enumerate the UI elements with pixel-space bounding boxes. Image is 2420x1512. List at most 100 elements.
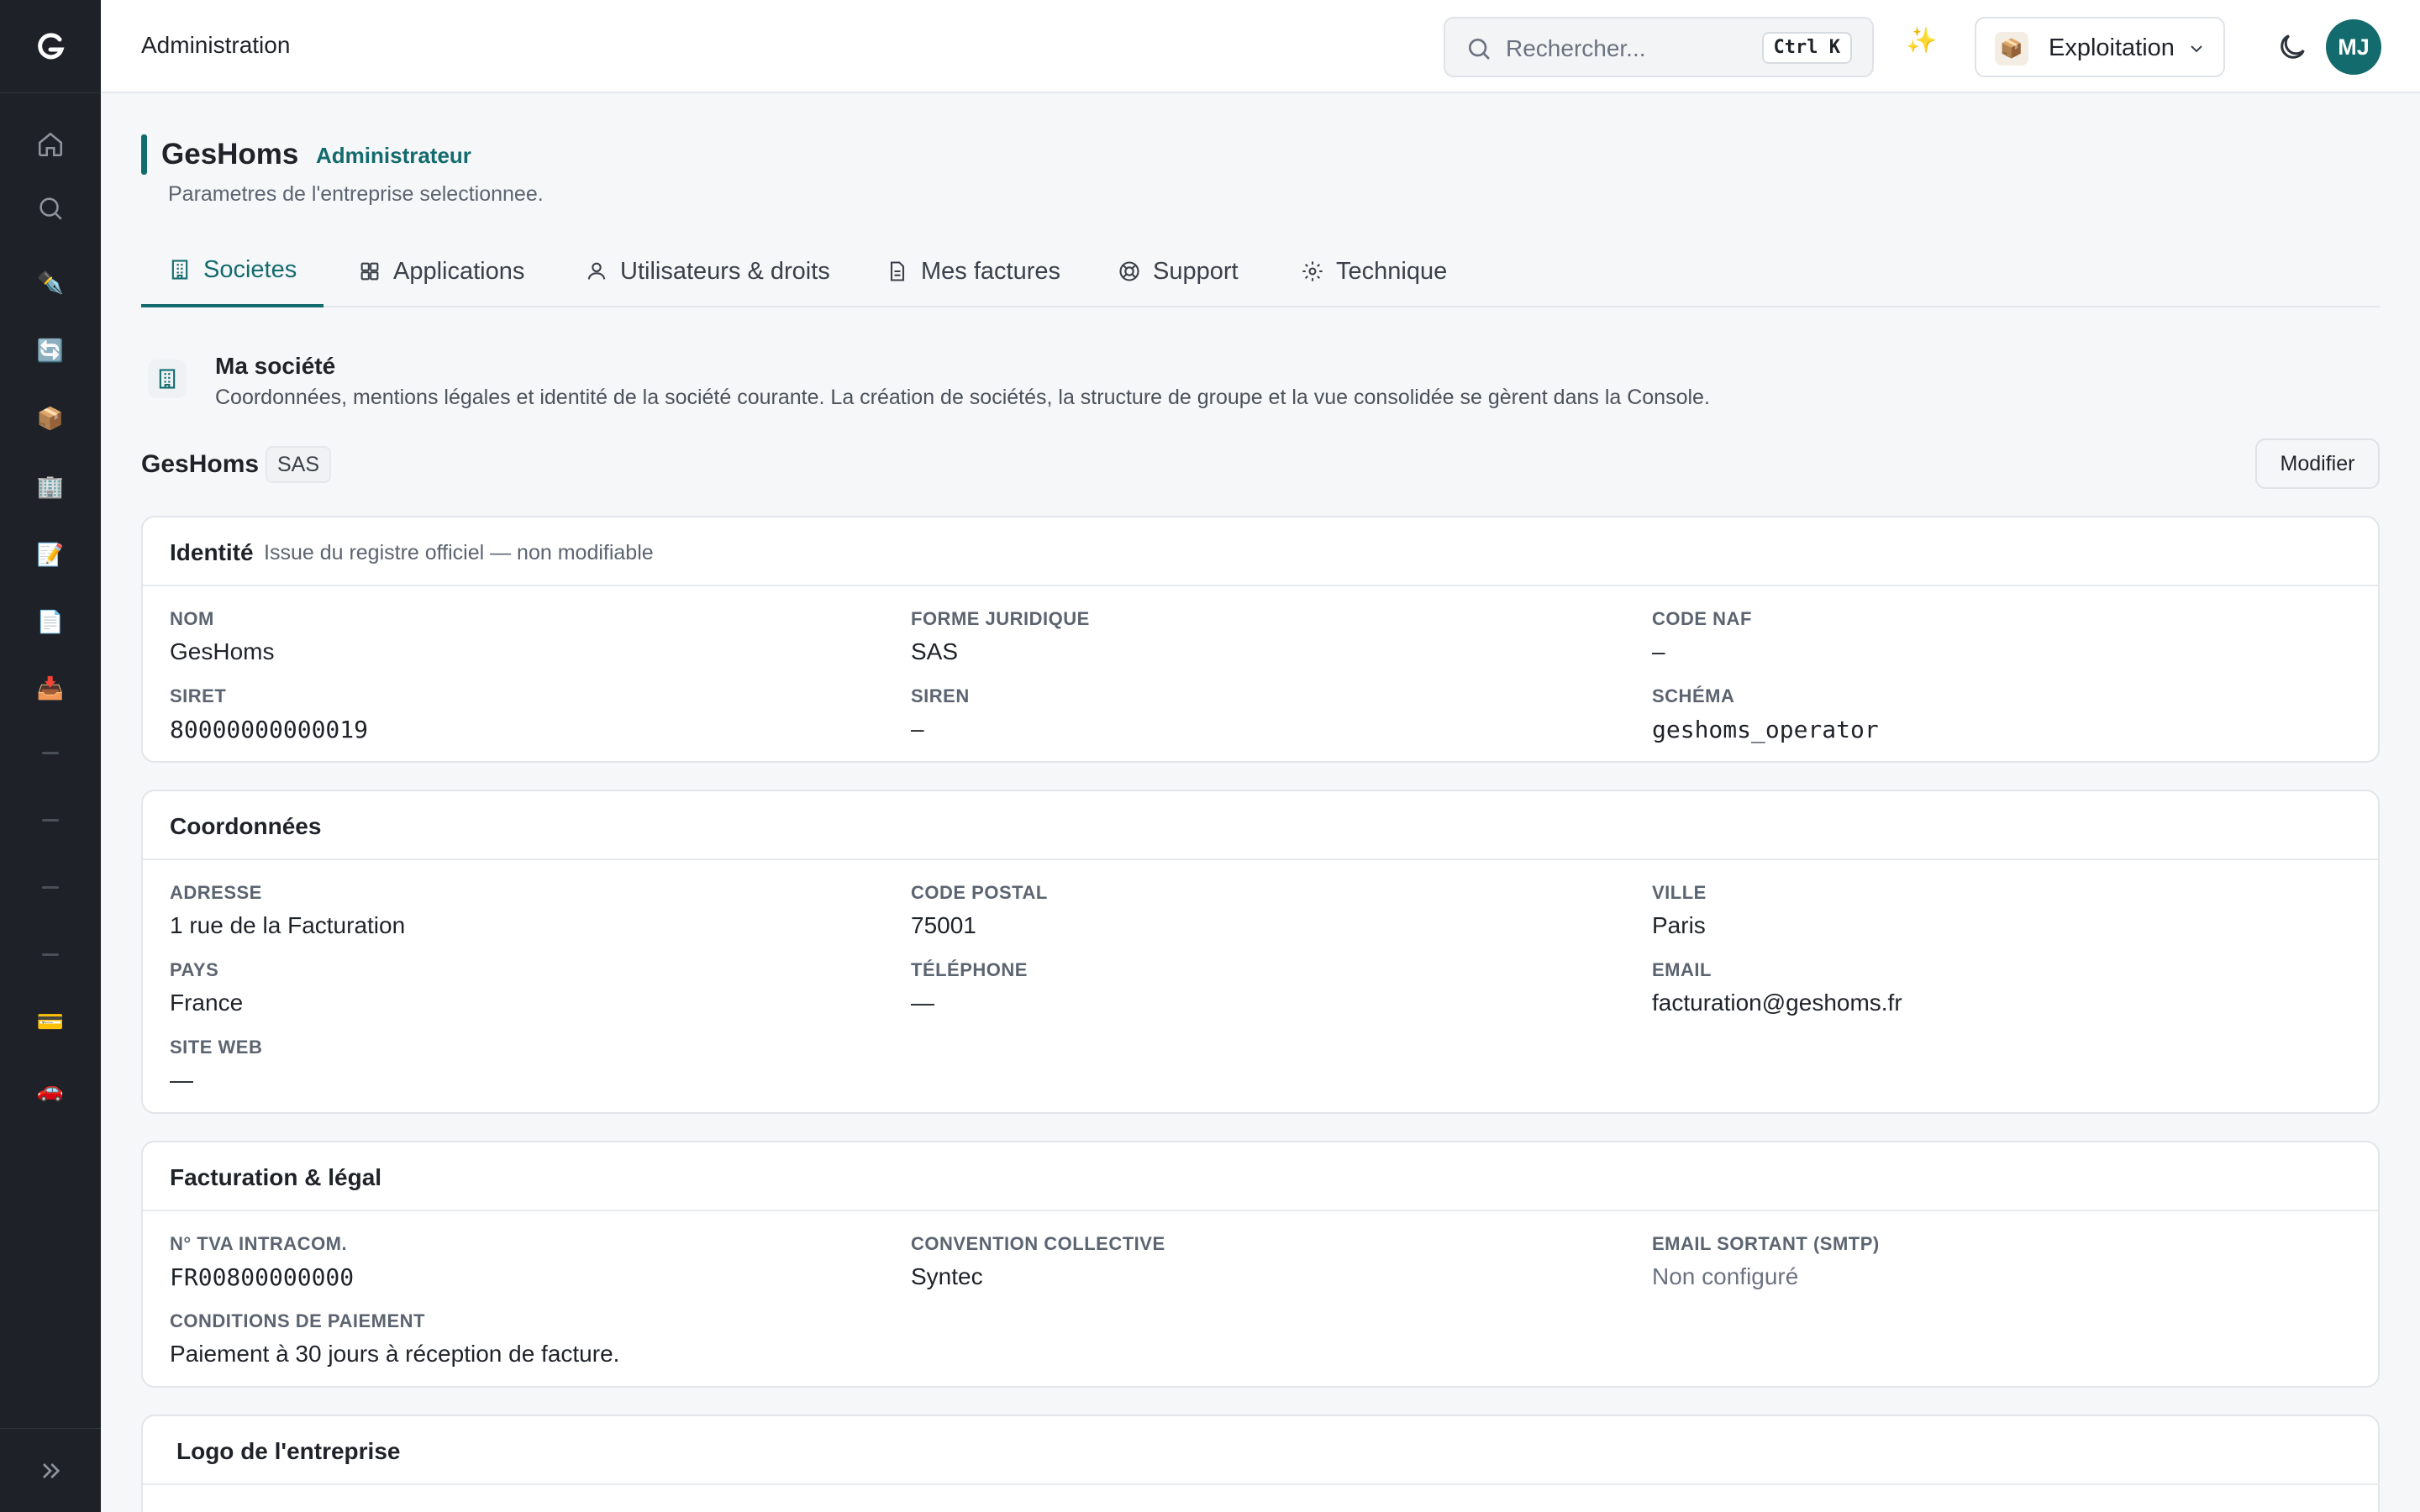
field-label: Ville xyxy=(1652,882,1707,903)
identity-card: Identité Issue du registre officiel — no… xyxy=(141,516,2380,763)
sidebar-item-inbox[interactable]: 📥 xyxy=(0,661,101,715)
sidebar-item-payments[interactable]: 💳 xyxy=(0,995,101,1048)
field-label: Site web xyxy=(170,1037,263,1058)
chevron-down-icon xyxy=(2191,45,2202,53)
field-ville: Ville Paris xyxy=(1652,882,1707,939)
tab-applications[interactable]: Applications xyxy=(358,235,524,307)
field-label: Conditions de paiement xyxy=(170,1310,425,1331)
sidebar-item-placeholder-3[interactable] xyxy=(0,860,101,914)
field-label: Email xyxy=(1652,959,1712,980)
field-forme-juridique: Forme juridique SAS xyxy=(911,608,1090,665)
tab-support[interactable]: Support xyxy=(1118,235,1239,307)
app-logo[interactable] xyxy=(0,0,101,93)
memo-icon: 📝 xyxy=(36,542,65,567)
field-label: Nom xyxy=(170,608,214,629)
dash-icon xyxy=(42,953,59,956)
field-value: Syntec xyxy=(911,1263,983,1289)
user-avatar[interactable]: MJ xyxy=(2326,19,2381,75)
tab-label: Technique xyxy=(1336,257,1448,285)
search-icon xyxy=(1469,39,1490,60)
dash-icon xyxy=(42,885,59,889)
ai-assistant-button[interactable]: ✨ xyxy=(1906,29,1937,54)
users-icon xyxy=(587,262,606,280)
search-placeholder: Rechercher... xyxy=(1506,35,1646,61)
field-value: Paris xyxy=(1652,912,1706,938)
field-site-web: Site web — xyxy=(170,1037,262,1094)
sidebar-item-placeholder-1[interactable] xyxy=(0,726,101,780)
field-email: Email facturation@geshoms.fr xyxy=(1652,959,1902,1016)
theme-toggle-icon[interactable] xyxy=(2275,30,2309,64)
field-smtp: Email sortant (SMTP) Non configuré xyxy=(1652,1233,1880,1290)
dash-icon xyxy=(42,751,59,754)
field-conditions-paiement: Conditions de paiement Paiement à 30 jou… xyxy=(170,1310,619,1368)
title-accent-bar xyxy=(141,134,147,175)
car-icon: 🚗 xyxy=(36,1077,65,1102)
logo-icon xyxy=(38,33,65,60)
sidebar-item-fleet[interactable]: 🚗 xyxy=(0,1063,101,1116)
section-title: Ma société xyxy=(215,353,336,379)
chevrons-right-icon xyxy=(43,1462,60,1478)
sidebar-item-returns[interactable]: 🔄 xyxy=(0,323,101,377)
sidebar-item-notes[interactable]: 📝 xyxy=(0,528,101,581)
sidebar-expand-button[interactable] xyxy=(0,1428,101,1512)
tab-invoices[interactable]: Mes factures xyxy=(886,235,1060,307)
contact-card: Coordonnées Adresse 1 rue de la Facturat… xyxy=(141,790,2380,1114)
grid-icon xyxy=(360,262,379,281)
search-shortcut: Ctrl K xyxy=(1761,32,1852,64)
dash-icon xyxy=(42,818,59,822)
sidebar-item-placeholder-2[interactable] xyxy=(0,793,101,847)
field-value: — xyxy=(911,990,934,1016)
company-info-icon xyxy=(148,360,187,398)
card-header: Identité Issue du registre officiel — no… xyxy=(143,517,2378,586)
field-value: – xyxy=(1652,638,1665,664)
field-code-naf: Code NAF – xyxy=(1652,608,1752,665)
workspace-select[interactable]: 📦 Exploitation xyxy=(1975,17,2225,77)
field-value: France xyxy=(170,990,244,1016)
tab-technique[interactable]: Technique xyxy=(1301,235,1447,307)
field-convention: Convention collective Syntec xyxy=(911,1233,1165,1290)
workspace-label: Exploitation xyxy=(2049,34,2175,61)
sparkle-icon: ✨ xyxy=(1906,27,1938,55)
card-title: Identité xyxy=(170,539,254,565)
field-value: FR00800000000 xyxy=(170,1263,355,1291)
field-telephone: Téléphone — xyxy=(911,959,1028,1016)
search-input[interactable]: Rechercher... Ctrl K xyxy=(1444,17,1874,77)
sidebar-item-stock[interactable]: 📦 xyxy=(0,391,101,445)
tab-label: Societes xyxy=(203,255,297,283)
sidebar-item-home[interactable] xyxy=(0,118,101,171)
field-adresse: Adresse 1 rue de la Facturation xyxy=(170,882,405,939)
document-icon: 📄 xyxy=(36,609,65,634)
field-value: 80000000000019 xyxy=(170,716,369,743)
sidebar-item-placeholder-4[interactable] xyxy=(0,927,101,981)
billing-card: Facturation & légal N° TVA intracom. FR0… xyxy=(141,1141,2380,1388)
field-value: geshoms_operator xyxy=(1652,716,1879,743)
lifebuoy-icon xyxy=(1119,261,1139,281)
tab-users-rights[interactable]: Utilisateurs & droits xyxy=(585,235,830,307)
sidebar-item-search[interactable] xyxy=(0,181,101,235)
header-title: Administration xyxy=(141,32,291,58)
field-value: GesHoms xyxy=(170,638,275,664)
legal-form-badge: SAS xyxy=(266,446,332,483)
card-title: Facturation & légal xyxy=(170,1164,382,1190)
modify-button[interactable]: Modifier xyxy=(2255,438,2380,489)
field-label: Adresse xyxy=(170,882,262,903)
field-label: Code postal xyxy=(911,882,1048,903)
field-label: Convention collective xyxy=(911,1233,1165,1254)
sidebar-item-documents[interactable]: 📄 xyxy=(0,595,101,648)
pen-icon: ✒️ xyxy=(36,270,65,295)
top-header: Administration Rechercher... Ctrl K ✨ 📦 … xyxy=(101,0,2420,93)
field-nom: Nom GesHoms xyxy=(170,608,274,665)
field-schema: Schéma geshoms_operator xyxy=(1652,685,1879,743)
field-value: facturation@geshoms.fr xyxy=(1652,990,1902,1016)
sidebar-item-company[interactable]: 🏢 xyxy=(0,459,101,513)
sidebar-item-edit[interactable]: ✒️ xyxy=(0,255,101,309)
company-name: GesHoms xyxy=(141,450,260,478)
tab-societes[interactable]: Societes xyxy=(141,235,324,307)
field-label: Téléphone xyxy=(911,959,1028,980)
package-icon: 📦 xyxy=(36,406,65,431)
field-label: Code NAF xyxy=(1652,608,1752,629)
field-value: 1 rue de la Facturation xyxy=(170,912,406,938)
section-description: Coordonnées, mentions légales et identit… xyxy=(215,386,1710,409)
field-code-postal: Code postal 75001 xyxy=(911,882,1048,939)
field-label: Email sortant (SMTP) xyxy=(1652,1233,1880,1254)
